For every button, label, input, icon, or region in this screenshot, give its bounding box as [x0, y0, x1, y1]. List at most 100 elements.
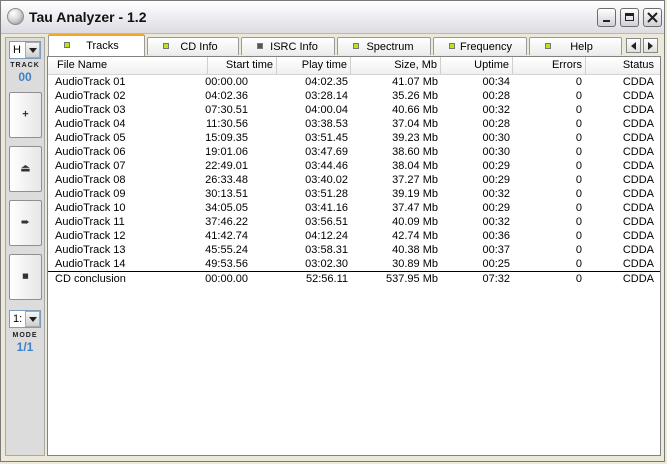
table-row[interactable]: AudioTrack 07 22:49.01 03:44.46 38.04 Mb 00:… [48, 159, 660, 173]
cell-play-time: 03:56.51 [305, 216, 348, 228]
track-number: 00 [18, 70, 32, 84]
maximize-button[interactable] [620, 8, 639, 27]
mode-select-dropdown[interactable] [25, 311, 40, 327]
cell-uptime: 00:32 [482, 216, 510, 228]
cell-start-time: 41:42.74 [205, 230, 248, 242]
tab-tracks[interactable]: Tracks [48, 34, 145, 56]
cell-size: 39.19 Mb [392, 188, 438, 200]
cell-start-time: 49:53.56 [205, 258, 248, 270]
column-header-size[interactable]: Size, Mb [351, 57, 441, 74]
table-row[interactable]: AudioTrack 04 11:30.56 03:38.53 37.04 Mb 00:… [48, 117, 660, 131]
table-row[interactable]: AudioTrack 14 49:53.56 03:02.30 30.89 Mb 00:… [48, 257, 660, 271]
column-header-start-time[interactable]: Start time [208, 57, 277, 74]
table-header: File Name Start time Play time Size, Mb … [48, 57, 660, 75]
tab-scroll-left-button[interactable] [626, 38, 641, 53]
table-row[interactable]: AudioTrack 13 45:55.24 03:58.31 40.38 Mb 00:… [48, 243, 660, 257]
cell-uptime: 00:28 [482, 90, 510, 102]
table-row[interactable]: AudioTrack 08 26:33.48 03:40.02 37.27 Mb 00:… [48, 173, 660, 187]
cell-start-time: 37:46.22 [205, 216, 248, 228]
cell-start-time: 11:30.56 [205, 118, 248, 130]
cell-size: 40.66 Mb [392, 104, 438, 116]
cell-uptime: 00:29 [482, 160, 510, 172]
play-button[interactable]: ➨ [9, 200, 42, 246]
table-row[interactable]: AudioTrack 12 41:42.74 04:12.24 42.74 Mb 00:… [48, 229, 660, 243]
cell-status: CDDA [622, 174, 654, 186]
table-row[interactable]: AudioTrack 01 00:00.00 04:02.35 41.07 Mb 00:… [48, 75, 660, 89]
cell-uptime: 00:34 [482, 76, 510, 88]
cell-status: CDDA [622, 244, 654, 256]
close-button[interactable] [643, 8, 662, 27]
cell-errors: 0 [575, 188, 582, 200]
cell-status: CDDA [622, 160, 654, 172]
cell-errors: 0 [575, 244, 582, 256]
column-header-play-time[interactable]: Play time [277, 57, 351, 74]
cell-errors: 0 [575, 216, 582, 228]
cell-start-time: 26:33.48 [205, 174, 248, 186]
cell-uptime: 00:32 [482, 188, 510, 200]
drive-select[interactable]: H [9, 41, 41, 59]
cell-status: CDDA [622, 258, 654, 270]
eject-icon: ⏏ [20, 162, 31, 175]
cell-start-time: 22:49.01 [205, 160, 248, 172]
table-row[interactable]: AudioTrack 05 15:09.35 03:51.45 39.23 Mb 00:… [48, 131, 660, 145]
cell-uptime: 00:30 [482, 146, 510, 158]
add-button[interactable]: + [9, 92, 42, 138]
app-icon[interactable] [7, 8, 24, 25]
cell-play-time: 03:51.45 [305, 132, 348, 144]
summary-row[interactable]: CD conclusion 00:00.00 52:56.11 537.95 Mb 07… [48, 272, 660, 286]
title-bar[interactable]: Tau Analyzer - 1.2 [1, 1, 664, 34]
cell-status: CDDA [622, 216, 654, 228]
cell-uptime: 00:29 [482, 202, 510, 214]
table-row[interactable]: AudioTrack 09 30:13.51 03:51.28 39.19 Mb 00:… [48, 187, 660, 201]
close-icon [647, 12, 658, 23]
cell-play-time: 03:51.28 [305, 188, 348, 200]
tab-spectrum[interactable]: Spectrum [337, 37, 431, 55]
tracks-list[interactable]: File Name Start time Play time Size, Mb … [47, 56, 661, 456]
cell-uptime: 00:36 [482, 230, 510, 242]
column-header-errors[interactable]: Errors [513, 57, 586, 74]
tab-label: Help [570, 41, 593, 53]
column-header-uptime[interactable]: Uptime [441, 57, 513, 74]
tab-cd-info[interactable]: CD Info [147, 37, 239, 55]
track-label: TRACK [10, 62, 40, 69]
tab-scroll-right-button[interactable] [643, 38, 658, 53]
cell-start-time: 15:09.35 [205, 132, 248, 144]
column-header-file-name[interactable]: File Name [48, 57, 208, 74]
stop-icon: ■ [22, 270, 29, 283]
mode-select[interactable]: 1: [9, 310, 41, 328]
cell-status: CDDA [622, 118, 654, 130]
cell-errors: 0 [575, 160, 582, 172]
cell-start-time: 07:30.51 [205, 104, 248, 116]
cell-uptime: 00:25 [482, 258, 510, 270]
cell-start-time: 04:02.36 [205, 90, 248, 102]
cell-errors: 0 [575, 273, 582, 285]
drive-select-dropdown[interactable] [25, 42, 40, 58]
eject-button[interactable]: ⏏ [9, 146, 42, 192]
cell-errors: 0 [575, 258, 582, 270]
column-header-status[interactable]: Status [586, 57, 660, 74]
table-row[interactable]: AudioTrack 11 37:46.22 03:56.51 40.09 Mb 00:… [48, 215, 660, 229]
tab-frequency[interactable]: Frequency [433, 37, 527, 55]
cell-size: 40.38 Mb [392, 244, 438, 256]
tab-help[interactable]: Help [529, 37, 622, 55]
tab-isrc-info[interactable]: ISRC Info [241, 37, 335, 55]
stop-button[interactable]: ■ [9, 254, 42, 300]
cell-play-time: 03:38.53 [305, 118, 348, 130]
cell-start-time: 45:55.24 [205, 244, 248, 256]
drive-select-value: H [13, 44, 21, 56]
table-row[interactable]: AudioTrack 03 07:30.51 04:00.04 40.66 Mb 00:… [48, 103, 660, 117]
tab-label: CD Info [180, 41, 218, 53]
cell-size: 38.60 Mb [392, 146, 438, 158]
table-row[interactable]: AudioTrack 06 19:01.06 03:47.69 38.60 Mb 00:… [48, 145, 660, 159]
cell-play-time: 03:40.02 [305, 174, 348, 186]
table-row[interactable]: AudioTrack 02 04:02.36 03:28.14 35.26 Mb 00:… [48, 89, 660, 103]
cell-start-time: 30:13.51 [205, 188, 248, 200]
cell-errors: 0 [575, 146, 582, 158]
cell-errors: 0 [575, 118, 582, 130]
minimize-button[interactable] [597, 8, 616, 27]
cell-uptime: 00:28 [482, 118, 510, 130]
chevron-down-icon [29, 317, 37, 322]
cell-play-time: 04:12.24 [305, 230, 348, 242]
table-row[interactable]: AudioTrack 10 34:05.05 03:41.16 37.47 Mb 00:… [48, 201, 660, 215]
cell-play-time: 04:02.35 [305, 76, 348, 88]
